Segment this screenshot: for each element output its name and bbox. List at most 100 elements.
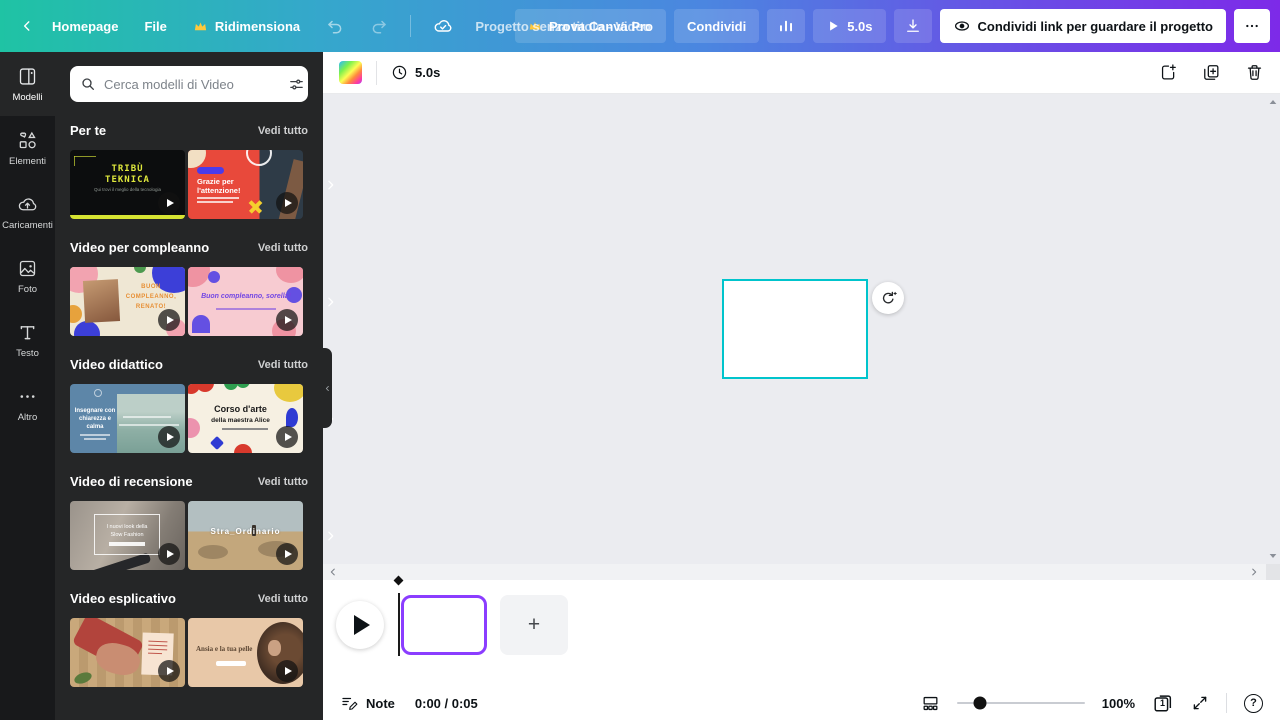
statusbar-divider bbox=[1226, 693, 1227, 713]
preview-play-button[interactable]: 5.0s bbox=[813, 9, 885, 43]
template-thumb[interactable]: TRIBÙ TEKNICA Qui trovi il meglio della … bbox=[70, 150, 185, 219]
template-row: Insegnare con chiarezza e calma Corso d'… bbox=[70, 384, 323, 453]
template-thumb[interactable]: BUON COMPLEANNO, RENATO! bbox=[70, 267, 185, 336]
rotate-handle[interactable] bbox=[872, 282, 904, 314]
share-button[interactable]: Condividi bbox=[674, 9, 759, 43]
see-all-link[interactable]: Vedi tutto bbox=[258, 242, 308, 254]
template-thumb[interactable]: Insegnare con chiarezza e calma bbox=[70, 384, 185, 453]
template-thumb[interactable]: Ansia e la tua pelle bbox=[188, 618, 303, 687]
search-input[interactable] bbox=[104, 77, 280, 92]
sidebar-item-modelli[interactable]: Modelli bbox=[0, 52, 55, 116]
share-view-link-button[interactable]: Condividi link per guardare il progetto bbox=[940, 9, 1226, 43]
notes-icon bbox=[340, 694, 358, 712]
clock-icon bbox=[391, 64, 408, 81]
search-bar[interactable] bbox=[70, 66, 308, 102]
page-duration-button[interactable]: 5.0s bbox=[391, 64, 440, 81]
more-options-button[interactable] bbox=[1234, 9, 1270, 43]
playhead-line[interactable] bbox=[398, 593, 400, 656]
row-scroll-next[interactable] bbox=[324, 529, 337, 542]
template-thumb[interactable]: Buon compleanno, sorella! bbox=[188, 267, 303, 336]
scrollbar-corner bbox=[1266, 564, 1280, 580]
topbar-divider bbox=[410, 15, 411, 37]
horizontal-scrollbar[interactable] bbox=[323, 564, 1280, 580]
pages-indicator[interactable]: 1 bbox=[1152, 692, 1174, 714]
selected-page[interactable] bbox=[722, 279, 868, 379]
template-thumb[interactable]: Grazie per l'attenzione! bbox=[188, 150, 303, 219]
eye-icon bbox=[953, 17, 971, 35]
zoom-slider-thumb[interactable] bbox=[973, 697, 986, 710]
timeline-play-button[interactable] bbox=[336, 601, 384, 649]
timeline: + bbox=[323, 580, 1280, 686]
play-icon bbox=[158, 660, 180, 682]
download-button[interactable] bbox=[894, 9, 932, 43]
sidebar-item-elementi[interactable]: Elementi bbox=[0, 116, 55, 180]
crown-icon bbox=[193, 19, 208, 34]
template-thumb[interactable]: Stra_Ordinario bbox=[188, 501, 303, 570]
row-scroll-next[interactable] bbox=[324, 178, 337, 191]
undo-button[interactable] bbox=[316, 9, 354, 43]
file-menu-button[interactable]: File bbox=[134, 11, 176, 42]
section-title: Video di recensione bbox=[70, 474, 193, 489]
cloud-check-icon bbox=[433, 16, 453, 36]
ellipsis-icon bbox=[1244, 18, 1260, 34]
background-color-tile[interactable] bbox=[339, 61, 362, 84]
undo-icon bbox=[326, 17, 344, 35]
see-all-link[interactable]: Vedi tutto bbox=[258, 476, 308, 488]
templates-icon bbox=[17, 66, 38, 87]
section-title: Per te bbox=[70, 123, 106, 138]
add-page-icon[interactable] bbox=[1159, 63, 1178, 82]
chevron-left-icon bbox=[20, 19, 34, 33]
sidebar-item-altro[interactable]: Altro bbox=[0, 372, 55, 436]
uploads-cloud-icon bbox=[17, 194, 38, 215]
play-icon bbox=[276, 660, 298, 682]
row-scroll-next[interactable] bbox=[324, 646, 337, 659]
timeline-page-thumbnail[interactable] bbox=[401, 595, 487, 655]
see-all-link[interactable]: Vedi tutto bbox=[258, 125, 308, 137]
chevron-left-icon bbox=[324, 384, 331, 393]
canvas-area[interactable] bbox=[323, 94, 1280, 564]
help-button[interactable]: ? bbox=[1244, 694, 1263, 713]
template-thumb[interactable]: Corso d'arte della maestra Alice bbox=[188, 384, 303, 453]
time-indicator: 0:00 / 0:05 bbox=[415, 696, 478, 711]
row-scroll-next[interactable] bbox=[324, 295, 337, 308]
scroll-right-icon[interactable] bbox=[1249, 567, 1259, 577]
play-icon bbox=[826, 19, 840, 33]
sidebar-item-testo[interactable]: Testo bbox=[0, 308, 55, 372]
play-icon bbox=[276, 543, 298, 565]
zoom-slider[interactable] bbox=[957, 696, 1085, 710]
template-thumb[interactable] bbox=[70, 618, 185, 687]
timeline-view-icon[interactable] bbox=[921, 694, 940, 713]
rotate-icon bbox=[879, 289, 897, 307]
vertical-scrollbar[interactable] bbox=[1266, 94, 1280, 564]
duplicate-page-icon[interactable] bbox=[1202, 63, 1221, 82]
filter-icon[interactable] bbox=[288, 76, 305, 93]
insights-button[interactable] bbox=[767, 9, 805, 43]
timeline-add-page-button[interactable]: + bbox=[500, 595, 568, 655]
see-all-link[interactable]: Vedi tutto bbox=[258, 359, 308, 371]
section-title: Video esplicativo bbox=[70, 591, 176, 606]
sidebar-item-foto[interactable]: Foto bbox=[0, 244, 55, 308]
delete-page-icon[interactable] bbox=[1245, 63, 1264, 82]
template-thumb[interactable]: I nuovi look della Slow Fashion bbox=[70, 501, 185, 570]
panel-collapse-handle[interactable] bbox=[323, 348, 332, 428]
template-row: TRIBÙ TEKNICA Qui trovi il meglio della … bbox=[70, 150, 323, 219]
canvas-toolbar: 5.0s bbox=[323, 52, 1280, 94]
resize-button[interactable]: Ridimensiona bbox=[183, 11, 310, 42]
notes-button[interactable]: Note bbox=[340, 694, 395, 712]
back-button[interactable] bbox=[10, 11, 36, 41]
templates-panel: Per te Vedi tutto TRIBÙ TEKNICA Qui trov… bbox=[55, 52, 323, 720]
play-icon bbox=[158, 309, 180, 331]
play-icon bbox=[158, 426, 180, 448]
zoom-level[interactable]: 100% bbox=[1102, 696, 1135, 711]
template-row: BUON COMPLEANNO, RENATO! Buon compleanno… bbox=[70, 267, 323, 336]
template-row: Ansia e la tua pelle bbox=[70, 618, 323, 687]
sidebar-item-caricamenti[interactable]: Caricamenti bbox=[0, 180, 55, 244]
project-title[interactable]: Progetto senza titolo - Video bbox=[475, 19, 650, 34]
redo-button[interactable] bbox=[360, 9, 398, 43]
play-icon bbox=[158, 543, 180, 565]
cloud-save-status[interactable] bbox=[423, 8, 463, 44]
fullscreen-icon[interactable] bbox=[1191, 694, 1209, 712]
scroll-left-icon[interactable] bbox=[328, 567, 338, 577]
see-all-link[interactable]: Vedi tutto bbox=[258, 593, 308, 605]
homepage-button[interactable]: Homepage bbox=[42, 11, 128, 42]
